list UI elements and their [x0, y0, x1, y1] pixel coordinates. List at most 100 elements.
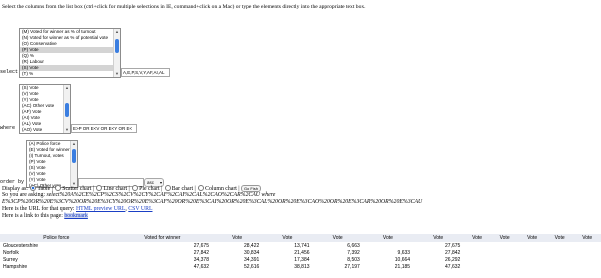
select-text-input[interactable]: A,E,P,S,V,Y,AF,AI,AL — [121, 68, 170, 77]
vote-cell: 52,616 — [243, 263, 260, 270]
encoded-query-part1: select%20A%2CE%2CP%2CS%2CV%2CY%2CAF%2CAI… — [46, 192, 276, 198]
vote-cell — [573, 263, 601, 270]
order-listbox-scrollbar[interactable]: ▲ ▼ — [70, 141, 77, 187]
vote-cell — [518, 249, 546, 256]
where-label: where — [0, 125, 16, 131]
scroll-up-icon[interactable]: ▲ — [64, 85, 70, 91]
query-url-line: Here is the URL for that query: HTML pre… — [2, 206, 153, 212]
vote-cell — [363, 242, 413, 249]
order-by-listbox[interactable]: (A) Police force (E) Voted for winner (I) … — [26, 140, 78, 188]
vote-cell: 27,842 — [193, 249, 209, 256]
police-force-cell: Hampshire — [3, 263, 28, 270]
vote-cell: 9,633 — [397, 249, 411, 256]
vote-cell: 8,503 — [347, 256, 360, 263]
scroll-thumb[interactable] — [115, 39, 119, 53]
scroll-thumb[interactable] — [65, 103, 69, 117]
vote-cell — [463, 263, 491, 270]
vote-cell: 27,842 — [445, 249, 461, 256]
vote-cell — [573, 256, 601, 263]
display-radio-column-chart[interactable] — [198, 185, 205, 191]
display-radio-line-chart[interactable] — [96, 185, 103, 191]
bookmark-link[interactable]: bookmark — [64, 213, 88, 219]
display-options-row: Display as: Table | Scatter chart | Line… — [2, 185, 261, 192]
display-radio-bar-chart[interactable] — [164, 185, 171, 191]
scroll-thumb[interactable] — [72, 149, 76, 163]
vote-cell: 21,456 — [294, 249, 310, 256]
vote-cell: 27,675 — [445, 242, 461, 249]
vote-cell: 27,197 — [344, 263, 360, 270]
bookmark-line: Here is a link to this page: bookmark — [2, 213, 88, 219]
vote-cell: 7,392 — [347, 249, 360, 256]
encoded-query-part2: E%3CP%20OR%20E%3CV%20OR%20E%3CY%20OR%20E… — [2, 199, 423, 205]
table-row: Norfolk 27,842 30,834 21,456 7,392 9,633 27,84… — [0, 249, 601, 256]
vote-cell — [463, 256, 491, 263]
html-preview-link[interactable]: HTML preview URL — [76, 206, 125, 212]
where-listbox-scrollbar[interactable]: ▲ ▼ — [63, 85, 70, 133]
vote-cell — [573, 249, 601, 256]
vote-cell: 34,391 — [243, 256, 260, 263]
vote-cell — [518, 242, 546, 249]
column-header[interactable]: Vote — [490, 234, 519, 242]
vote-cell: 6,663 — [347, 242, 360, 249]
column-header[interactable]: Vote — [413, 234, 464, 242]
scroll-up-icon[interactable]: ▲ — [114, 29, 120, 35]
select-columns-listbox[interactable]: (M) Voted for winner as % of turnout (N) … — [19, 28, 121, 78]
bookmark-prefix: Here is a link to this page: — [2, 213, 63, 219]
column-header[interactable]: Vote — [262, 234, 313, 242]
column-header[interactable]: Vote — [573, 234, 601, 242]
vote-cell: 47,632 — [445, 263, 461, 270]
vote-cell — [546, 249, 574, 256]
column-header[interactable]: Voted for winner — [112, 234, 212, 242]
asking-prefix: So you are asking: — [2, 192, 45, 198]
scroll-up-icon[interactable]: ▲ — [71, 141, 77, 147]
display-radio-scatter-chart[interactable] — [55, 185, 62, 191]
url-prefix: Here is the URL for that query: — [2, 206, 75, 212]
query-asking-line: So you are asking: select%20A%2CE%2CP%2C… — [2, 192, 275, 198]
vote-cell — [463, 249, 491, 256]
vote-cell — [573, 242, 601, 249]
vote-cell: 38,813 — [294, 263, 310, 270]
instructions-text: Select the columns from the list box (ct… — [2, 4, 366, 10]
vote-cell — [546, 242, 574, 249]
vote-cell: 28,422 — [243, 242, 260, 249]
column-header[interactable]: Vote — [362, 234, 414, 242]
vote-cell: 26,292 — [445, 256, 461, 263]
vote-cell — [546, 263, 574, 270]
vote-cell: 17,384 — [294, 256, 310, 263]
vote-cell — [491, 249, 519, 256]
vote-cell: 47,632 — [193, 263, 209, 270]
table-row: Surrey 34,378 34,391 17,384 8,503 10,664 26,29… — [0, 256, 601, 263]
select-listbox-scrollbar[interactable]: ▲ ▼ — [113, 29, 120, 77]
police-force-cell: Gloucestershire — [3, 242, 39, 249]
display-radio-table[interactable] — [30, 185, 37, 191]
table-row: Hampshire 47,632 52,616 38,813 27,197 21,185 4… — [0, 263, 601, 270]
table-header-row: Police force Voted for winner Vote Vote Vote… — [0, 234, 601, 242]
column-header[interactable]: Vote — [463, 234, 491, 242]
vote-cell — [463, 242, 491, 249]
column-header[interactable]: Vote — [212, 234, 263, 242]
vote-cell — [491, 263, 519, 270]
vote-cell: 21,185 — [394, 263, 411, 270]
scroll-down-icon[interactable]: ▼ — [64, 127, 70, 133]
vote-cell — [546, 256, 574, 263]
scroll-down-icon[interactable]: ▼ — [114, 71, 120, 77]
police-force-cell: Norfolk — [3, 249, 19, 256]
column-header[interactable]: Vote — [518, 234, 546, 242]
listbox-option[interactable]: (T) % — [20, 71, 120, 77]
police-force-cell: Surrey — [3, 256, 18, 263]
vote-cell — [518, 263, 546, 270]
column-header[interactable]: Police force — [0, 234, 113, 242]
vote-cell: 13,741 — [294, 242, 310, 249]
vote-cell: 27,675 — [193, 242, 209, 249]
display-radio-pie-chart[interactable] — [132, 185, 139, 191]
where-text-input[interactable]: E>P OR E<V OR E<Y OR E< — [71, 124, 137, 133]
column-header[interactable]: Vote — [312, 234, 363, 242]
vote-cell — [518, 256, 546, 263]
csv-url-link[interactable]: CSV URL — [128, 206, 152, 212]
vote-cell: 30,834 — [243, 249, 260, 256]
where-columns-listbox[interactable]: (S) Vote (V) Vote (Y) Vote (AC) Other vote(… — [19, 84, 71, 134]
vote-cell: 34,378 — [193, 256, 209, 263]
column-header[interactable]: Vote — [545, 234, 574, 242]
go-fish-button[interactable]: Go Fish — [240, 185, 261, 192]
vote-cell: 10,664 — [394, 256, 411, 263]
